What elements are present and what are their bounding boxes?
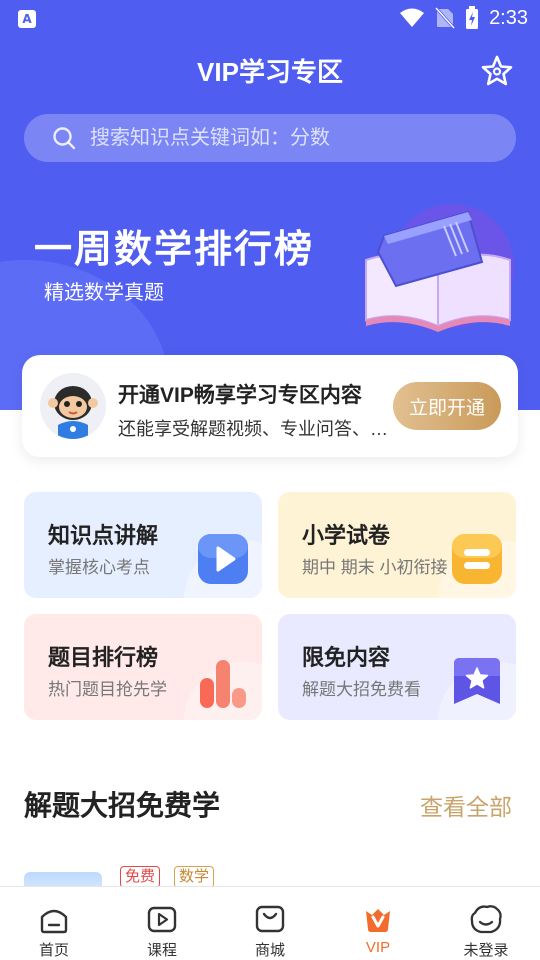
exam-paper-icon bbox=[452, 534, 502, 584]
tile-title: 小学试卷 bbox=[302, 523, 391, 548]
tab-shop[interactable]: 商城 bbox=[216, 887, 324, 960]
banner-subtitle: 精选数学真题 bbox=[44, 282, 164, 304]
tab-label: VIP bbox=[365, 939, 391, 956]
tile-title: 限免内容 bbox=[302, 645, 391, 670]
tab-label: 课程 bbox=[146, 942, 177, 959]
tile-limited-free[interactable]: 限免内容 解题大招免费看 bbox=[278, 614, 516, 720]
no-sim-icon bbox=[435, 7, 456, 29]
tile-subtitle: 热门题目抢先学 bbox=[48, 680, 167, 699]
mascot-avatar bbox=[40, 373, 106, 439]
vip-card-title: 开通VIP畅享学习专区内容 bbox=[118, 384, 362, 407]
search-bar[interactable] bbox=[24, 114, 516, 162]
user-avatar-icon bbox=[470, 905, 502, 934]
vip-crown-icon bbox=[366, 909, 390, 932]
bar-chart-icon bbox=[200, 660, 246, 708]
monkey-mascot-icon bbox=[40, 373, 106, 439]
see-all-link[interactable]: 查看全部 bbox=[420, 788, 512, 822]
page-title: VIP学习专区 bbox=[197, 57, 343, 87]
star-badge-icon bbox=[454, 658, 500, 704]
section-title: 解题大招免费学 bbox=[24, 790, 221, 821]
wifi-icon bbox=[400, 8, 425, 27]
open-book-illustration[interactable] bbox=[360, 200, 520, 340]
tile-subtitle: 解题大招免费看 bbox=[302, 680, 421, 699]
tag-subject: 数学 bbox=[174, 866, 215, 888]
tile-subtitle: 期中 期末 小初衔接 bbox=[302, 558, 448, 577]
star-outline-icon[interactable] bbox=[480, 54, 514, 88]
tab-label: 未登录 bbox=[463, 942, 509, 959]
video-play-icon bbox=[198, 534, 248, 584]
tab-label: 首页 bbox=[38, 942, 69, 959]
tab-label: 商城 bbox=[254, 942, 285, 959]
tile-title: 题目排行榜 bbox=[48, 645, 159, 670]
search-icon bbox=[53, 127, 76, 150]
tab-home[interactable]: 首页 bbox=[0, 887, 108, 960]
status-bar: A 2:33 bbox=[0, 0, 540, 36]
search-input[interactable] bbox=[90, 126, 490, 150]
tile-question-ranking[interactable]: 题目排行榜 热门题目抢先学 bbox=[24, 614, 262, 720]
status-time: 2:33 bbox=[489, 6, 528, 29]
bottom-tab-bar: 首页 课程 商城 VIP 未登录 bbox=[0, 886, 540, 960]
banner-title[interactable]: 一周数学排行榜 bbox=[34, 218, 314, 273]
tile-knowledge-explain[interactable]: 知识点讲解 掌握核心考点 bbox=[24, 492, 262, 598]
home-icon bbox=[40, 909, 68, 934]
course-play-icon bbox=[147, 906, 177, 933]
tab-vip[interactable]: VIP bbox=[324, 887, 432, 960]
tab-profile[interactable]: 未登录 bbox=[432, 887, 540, 960]
tab-course[interactable]: 课程 bbox=[108, 887, 216, 960]
open-vip-button[interactable]: 立即开通 bbox=[393, 382, 501, 430]
tag-free: 免费 bbox=[120, 866, 161, 888]
shop-bag-icon bbox=[255, 905, 285, 933]
battery-charging-icon bbox=[466, 6, 479, 29]
tile-primary-exam[interactable]: 小学试卷 期中 期末 小初衔接 bbox=[278, 492, 516, 598]
app-notification-icon: A bbox=[18, 10, 36, 28]
vip-card-description: 还能享受解题视频、专业问答、… bbox=[118, 419, 388, 439]
vip-promo-card[interactable]: 开通VIP畅享学习专区内容 还能享受解题视频、专业问答、… 立即开通 bbox=[22, 355, 518, 457]
tile-title: 知识点讲解 bbox=[48, 523, 159, 548]
tile-subtitle: 掌握核心考点 bbox=[48, 558, 150, 577]
